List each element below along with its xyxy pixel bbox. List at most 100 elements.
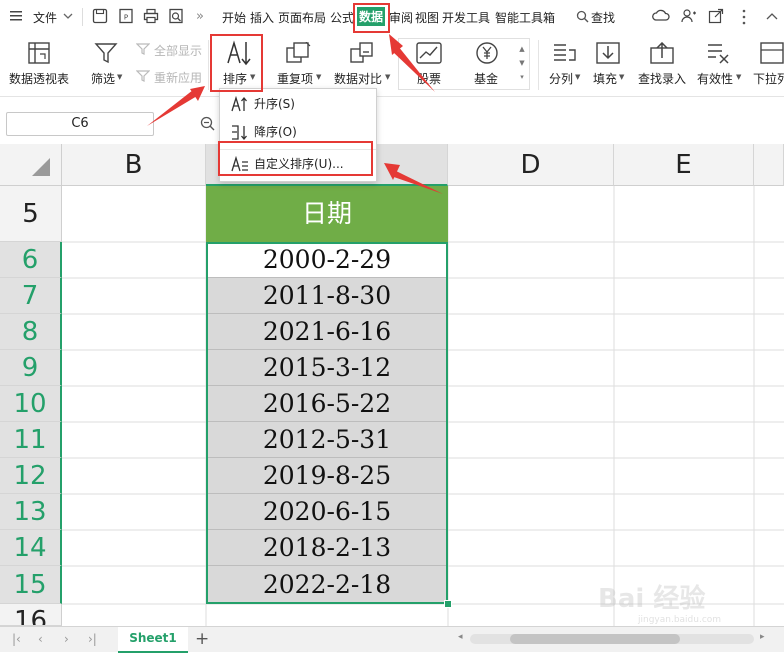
column-header-d[interactable]: D bbox=[448, 144, 614, 186]
tab-formula[interactable]: 公式 bbox=[330, 9, 354, 26]
date-header-cell[interactable]: 日期 bbox=[206, 186, 448, 242]
filter-dropdown-icon[interactable]: ▼ bbox=[117, 73, 122, 81]
fill-handle[interactable] bbox=[444, 600, 452, 608]
text-to-columns-icon[interactable] bbox=[552, 42, 576, 64]
scrollbar-thumb[interactable] bbox=[510, 634, 680, 644]
sort-ascending-item[interactable]: 升序(S) bbox=[220, 91, 376, 117]
fund-yen-icon[interactable] bbox=[475, 42, 499, 64]
stock-chart-icon[interactable] bbox=[416, 42, 442, 64]
select-all-corner[interactable] bbox=[0, 144, 62, 186]
compare-button[interactable]: 数据对比 bbox=[334, 70, 382, 87]
fill-down-icon[interactable] bbox=[596, 42, 620, 64]
row-header-10[interactable]: 10 bbox=[0, 386, 62, 422]
sort-icon[interactable] bbox=[226, 40, 256, 66]
more-options-icon[interactable] bbox=[742, 9, 746, 25]
share-icon[interactable] bbox=[708, 8, 724, 24]
fill-dropdown-icon[interactable]: ▼ bbox=[619, 73, 624, 81]
row-header-11[interactable]: 11 bbox=[0, 422, 62, 458]
duplicate-dropdown-icon[interactable]: ▼ bbox=[316, 73, 321, 81]
column-header-b[interactable]: B bbox=[62, 144, 206, 186]
last-sheet-icon[interactable]: ›| bbox=[88, 632, 97, 646]
custom-sort-item[interactable]: 自定义排序(U)... bbox=[220, 151, 376, 177]
duplicate-button[interactable]: 重复项 bbox=[277, 70, 313, 87]
save-icon[interactable] bbox=[92, 8, 108, 24]
tab-home[interactable]: 开始 bbox=[222, 9, 246, 26]
more-chevron-icon[interactable]: » bbox=[196, 9, 204, 24]
split-button[interactable]: 分列 bbox=[549, 70, 573, 87]
row-header-16[interactable]: 16 bbox=[0, 604, 62, 626]
row-header-8[interactable]: 8 bbox=[0, 314, 62, 350]
print-preview-icon[interactable] bbox=[168, 8, 184, 24]
scroll-right-icon[interactable]: ▸ bbox=[760, 632, 765, 642]
filter-button[interactable]: 筛选 bbox=[91, 70, 115, 87]
name-box[interactable]: C6 bbox=[6, 112, 154, 136]
sheet-tab-sheet1[interactable]: Sheet1 bbox=[118, 627, 188, 653]
next-sheet-icon[interactable]: › bbox=[64, 632, 69, 646]
dropdown-list-button[interactable]: 下拉列 bbox=[753, 70, 784, 87]
date-cell[interactable]: 2012-5-31 bbox=[206, 422, 448, 458]
add-sheet-icon[interactable]: + bbox=[195, 629, 209, 649]
date-cell[interactable]: 2018-2-13 bbox=[206, 530, 448, 566]
tab-page-layout[interactable]: 页面布局 bbox=[278, 9, 326, 26]
date-cell[interactable]: 2011-8-30 bbox=[206, 278, 448, 314]
tab-insert[interactable]: 插入 bbox=[250, 9, 274, 26]
tab-data[interactable]: 数据 bbox=[357, 7, 386, 26]
fill-button[interactable]: 填充 bbox=[593, 70, 617, 87]
horizontal-scrollbar[interactable] bbox=[470, 634, 754, 644]
lookup-entry-button[interactable]: 查找录入 bbox=[638, 70, 686, 87]
collaborate-icon[interactable] bbox=[681, 8, 697, 24]
column-header-f[interactable] bbox=[754, 144, 784, 186]
sort-descending-item[interactable]: 降序(O) bbox=[220, 119, 376, 145]
collapse-ribbon-icon[interactable] bbox=[766, 12, 778, 20]
cloud-sync-icon[interactable] bbox=[652, 8, 670, 24]
row-header-6[interactable]: 6 bbox=[0, 242, 62, 278]
lookup-entry-icon[interactable] bbox=[650, 42, 674, 64]
validity-button[interactable]: 有效性 bbox=[697, 70, 733, 87]
menu-file[interactable]: 文件 bbox=[33, 9, 57, 26]
sort-dropdown-icon[interactable]: ▼ bbox=[250, 73, 255, 81]
pivot-table-icon[interactable] bbox=[28, 42, 50, 64]
row-header-7[interactable]: 7 bbox=[0, 278, 62, 314]
date-cell[interactable]: 2000-2-29 bbox=[206, 242, 448, 278]
prev-sheet-icon[interactable]: ‹ bbox=[38, 632, 43, 646]
gallery-scroll[interactable]: ▲ ▼ ▾ bbox=[516, 42, 528, 86]
column-header-e[interactable]: E bbox=[614, 144, 754, 186]
fund-button[interactable]: 基金 bbox=[474, 70, 498, 87]
tab-smart-toolbox[interactable]: 智能工具箱 bbox=[495, 9, 555, 26]
row-header-12[interactable]: 12 bbox=[0, 458, 62, 494]
row-header-13[interactable]: 13 bbox=[0, 494, 62, 530]
stock-button[interactable]: 股票 bbox=[417, 70, 441, 87]
date-cell[interactable]: 2015-3-12 bbox=[206, 350, 448, 386]
search-label[interactable]: 查找 bbox=[591, 9, 615, 26]
chevron-down-icon[interactable] bbox=[63, 12, 73, 20]
sort-button[interactable]: 排序 bbox=[223, 70, 247, 87]
scroll-left-icon[interactable]: ◂ bbox=[458, 632, 463, 642]
split-dropdown-icon[interactable]: ▼ bbox=[575, 73, 580, 81]
tab-review[interactable]: 审阅 bbox=[389, 9, 413, 26]
search-icon[interactable] bbox=[576, 10, 589, 23]
filter-icon[interactable] bbox=[94, 42, 118, 64]
compare-icon[interactable] bbox=[350, 42, 376, 64]
validity-dropdown-icon[interactable]: ▼ bbox=[736, 73, 741, 81]
first-sheet-icon[interactable]: |‹ bbox=[12, 632, 21, 646]
hamburger-icon[interactable] bbox=[10, 10, 22, 22]
data-validation-icon[interactable] bbox=[706, 42, 730, 64]
row-header-5[interactable]: 5 bbox=[0, 186, 62, 242]
compare-dropdown-icon[interactable]: ▼ bbox=[385, 73, 390, 81]
pivot-table-button[interactable]: 数据透视表 bbox=[9, 70, 69, 87]
duplicate-icon[interactable] bbox=[286, 42, 312, 64]
tab-developer[interactable]: 开发工具 bbox=[442, 9, 490, 26]
date-cell[interactable]: 2016-5-22 bbox=[206, 386, 448, 422]
export-pdf-icon[interactable]: P bbox=[118, 8, 134, 24]
row-header-9[interactable]: 9 bbox=[0, 350, 62, 386]
row-header-14[interactable]: 14 bbox=[0, 530, 62, 566]
print-icon[interactable] bbox=[143, 8, 159, 24]
tab-view[interactable]: 视图 bbox=[415, 9, 439, 26]
date-cell[interactable]: 2020-6-15 bbox=[206, 494, 448, 530]
date-cell[interactable]: 2022-2-18 bbox=[206, 566, 448, 604]
row-header-15[interactable]: 15 bbox=[0, 566, 62, 604]
date-cell[interactable]: 2021-6-16 bbox=[206, 314, 448, 350]
date-cell[interactable]: 2019-8-25 bbox=[206, 458, 448, 494]
zoom-search-icon[interactable] bbox=[200, 116, 215, 131]
dropdown-list-icon[interactable] bbox=[760, 42, 784, 64]
